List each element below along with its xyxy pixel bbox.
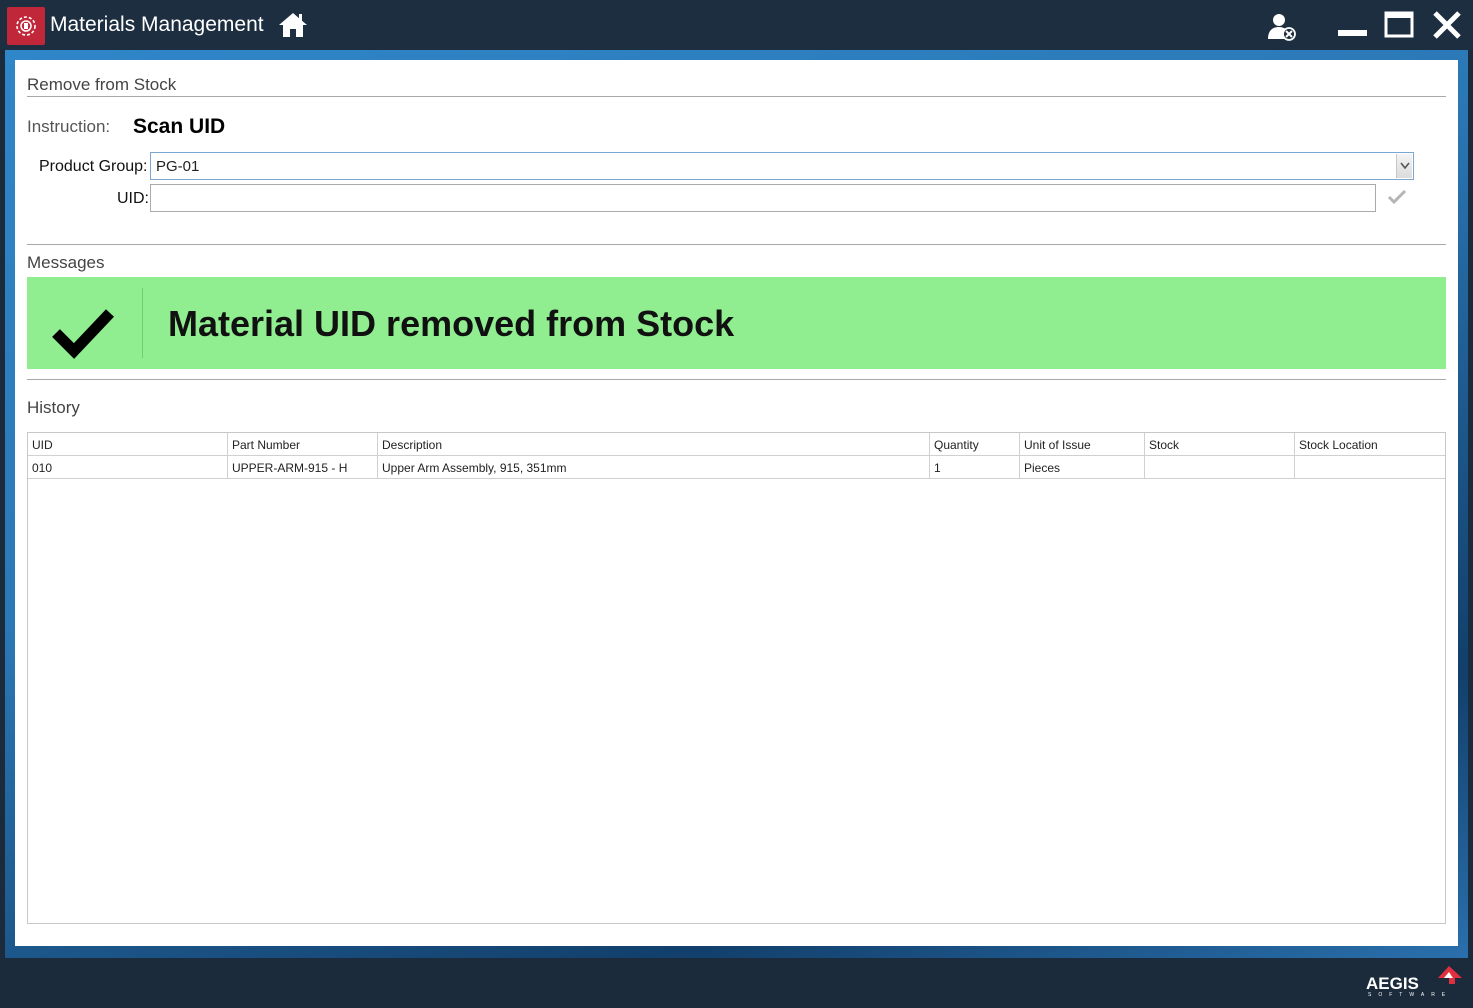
- uid-label: UID:: [117, 190, 149, 207]
- divider: [27, 379, 1446, 380]
- cell-unit-of-issue: Pieces: [1020, 456, 1145, 478]
- title-bar: Materials Management: [0, 0, 1473, 50]
- uid-input[interactable]: [150, 184, 1376, 212]
- column-header-uid[interactable]: UID: [28, 433, 228, 455]
- cell-uid: 010: [28, 456, 228, 478]
- message-divider: [142, 288, 143, 358]
- section-title-remove-from-stock: Remove from Stock: [27, 75, 177, 94]
- column-header-part-number[interactable]: Part Number: [228, 433, 378, 455]
- column-header-stock-location[interactable]: Stock Location: [1295, 433, 1445, 455]
- column-header-stock[interactable]: Stock: [1145, 433, 1295, 455]
- success-check-icon: [52, 307, 114, 364]
- aegis-arrow-icon: [1438, 966, 1462, 984]
- minimize-icon[interactable]: [1337, 11, 1369, 44]
- home-icon[interactable]: [277, 11, 309, 44]
- table-header: UID Part Number Description Quantity Uni…: [28, 433, 1445, 456]
- divider: [27, 96, 1446, 97]
- confirm-check-icon[interactable]: [1387, 189, 1407, 210]
- cell-quantity: 1: [930, 456, 1020, 478]
- cell-stock-location: [1295, 456, 1445, 478]
- app-title: Materials Management: [50, 13, 264, 36]
- product-group-select[interactable]: PG-01: [150, 152, 1414, 180]
- product-group-value: PG-01: [156, 158, 200, 175]
- table-row[interactable]: 010 UPPER-ARM-915 - H Upper Arm Assembly…: [28, 456, 1445, 479]
- message-banner: Material UID removed from Stock: [27, 277, 1446, 369]
- history-table[interactable]: UID Part Number Description Quantity Uni…: [27, 432, 1446, 924]
- divider: [27, 244, 1446, 245]
- main-panel: Remove from Stock Instruction: Scan UID …: [15, 60, 1458, 946]
- section-title-messages: Messages: [27, 253, 105, 272]
- maximize-icon[interactable]: [1384, 11, 1416, 44]
- instruction-label: Instruction:: [27, 117, 111, 136]
- column-header-quantity[interactable]: Quantity: [930, 433, 1020, 455]
- product-group-label: Product Group:: [39, 158, 148, 175]
- close-icon[interactable]: [1432, 10, 1462, 45]
- chevron-down-icon[interactable]: [1396, 154, 1412, 178]
- instruction-value: Scan UID: [133, 115, 226, 138]
- aegis-brand-text: AEGIS: [1366, 974, 1419, 993]
- cell-part-number: UPPER-ARM-915 - H: [228, 456, 378, 478]
- cell-stock: [1145, 456, 1295, 478]
- section-title-history: History: [27, 398, 80, 417]
- cell-description: Upper Arm Assembly, 915, 351mm: [378, 456, 930, 478]
- message-text: Material UID removed from Stock: [168, 303, 735, 344]
- app-logo-icon: [7, 7, 45, 45]
- aegis-brand-subtext: SOFTWARE: [1368, 992, 1453, 998]
- user-logout-icon[interactable]: [1266, 11, 1298, 48]
- column-header-description[interactable]: Description: [378, 433, 930, 455]
- column-header-unit-of-issue[interactable]: Unit of Issue: [1020, 433, 1145, 455]
